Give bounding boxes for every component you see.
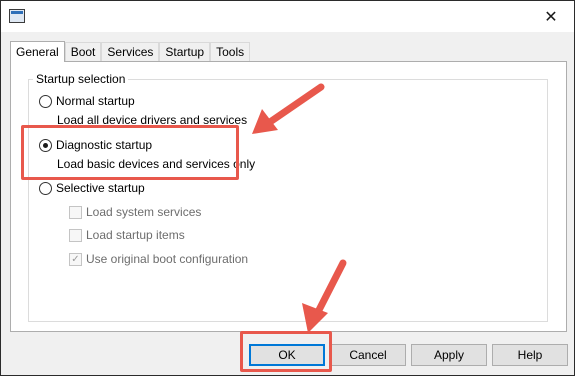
normal-startup-radio[interactable]	[39, 94, 52, 108]
selective-startup-radio[interactable]	[39, 181, 52, 195]
load-startup-items-checkbox	[69, 228, 82, 242]
selective-startup-option[interactable]: Selective startup	[39, 181, 145, 195]
load-system-services-checkbox	[69, 205, 82, 219]
load-system-services-label: Load system services	[86, 205, 202, 219]
close-button[interactable]: ✕	[534, 5, 568, 29]
tab-tools[interactable]: Tools	[210, 42, 251, 62]
diagnostic-highlight-box	[21, 125, 239, 180]
help-button[interactable]: Help	[492, 344, 568, 366]
title-bar: ✕	[1, 1, 574, 32]
cancel-button[interactable]: Cancel	[330, 344, 406, 366]
tab-services[interactable]: Services	[101, 42, 160, 62]
app-icon	[9, 9, 25, 23]
use-original-boot-config-option: ✓ Use original boot configuration	[69, 252, 248, 266]
arrow-to-ok-icon	[302, 259, 347, 333]
apply-button[interactable]: Apply	[411, 344, 487, 366]
group-label: Startup selection	[33, 72, 129, 86]
load-system-services-option: Load system services	[69, 205, 201, 219]
tab-strip: General Boot Services Startup Tools	[10, 41, 251, 62]
tab-boot[interactable]: Boot	[64, 42, 102, 62]
tab-general[interactable]: General	[10, 41, 65, 62]
normal-startup-label: Normal startup	[56, 94, 135, 108]
selective-startup-label: Selective startup	[56, 181, 145, 195]
system-configuration-window: ✕ General Boot Services Startup Tools St…	[0, 0, 575, 376]
arrow-to-diagnostic-icon	[252, 83, 325, 134]
load-startup-items-label: Load startup items	[86, 228, 185, 242]
normal-startup-option[interactable]: Normal startup	[39, 94, 135, 108]
tab-startup[interactable]: Startup	[159, 42, 211, 62]
use-original-boot-config-label: Use original boot configuration	[86, 252, 249, 266]
load-startup-items-option: Load startup items	[69, 228, 185, 242]
use-original-boot-config-checkbox: ✓	[69, 252, 82, 266]
